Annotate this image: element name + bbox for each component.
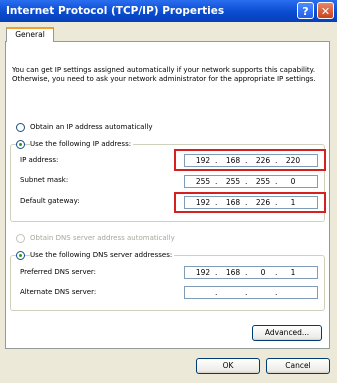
close-icon: ✕ <box>320 5 331 18</box>
ok-button[interactable]: OK <box>196 358 260 374</box>
obtain-dns-auto-label: Obtain DNS server address automatically <box>30 234 175 242</box>
window-title: Internet Protocol (TCP/IP) Properties <box>6 5 225 17</box>
use-following-ip-label: Use the following IP address: <box>30 140 134 148</box>
mask-octet-1: 255 <box>195 177 211 186</box>
pdns-octet-3: 0 <box>260 268 266 277</box>
tab-general[interactable]: General <box>6 27 54 42</box>
obtain-ip-auto-radio[interactable] <box>16 123 25 132</box>
subnet-mask-label: Subnet mask: <box>20 176 69 184</box>
ip-address-highlight <box>174 149 326 171</box>
close-button[interactable]: ✕ <box>317 2 334 19</box>
default-gateway-label: Default gateway: <box>20 197 80 205</box>
alternate-dns-field[interactable]: . . . <box>184 286 318 299</box>
use-following-dns-radio[interactable] <box>16 251 25 260</box>
general-panel: You can get IP settings assigned automat… <box>5 41 330 349</box>
help-button[interactable]: ? <box>297 2 314 19</box>
title-bar: Internet Protocol (TCP/IP) Properties ? … <box>0 0 337 22</box>
dns-address-group <box>10 255 325 311</box>
pdns-octet-4: 1 <box>290 268 296 277</box>
preferred-dns-label: Preferred DNS server: <box>20 268 97 276</box>
subnet-mask-field[interactable]: 255. 255. 255. 0 <box>184 175 318 188</box>
alternate-dns-label: Alternate DNS server: <box>20 288 97 296</box>
pdns-octet-2: 168 <box>225 268 241 277</box>
default-gateway-highlight <box>174 192 326 213</box>
mask-octet-4: 0 <box>290 177 296 186</box>
pdns-octet-1: 192 <box>195 268 211 277</box>
preferred-dns-field[interactable]: 192. 168. 0. 1 <box>184 266 318 279</box>
ip-address-label: IP address: <box>20 156 59 164</box>
mask-octet-2: 255 <box>225 177 241 186</box>
advanced-button[interactable]: Advanced... <box>252 325 322 341</box>
tcpip-properties-dialog: Internet Protocol (TCP/IP) Properties ? … <box>0 0 337 383</box>
use-following-ip-radio[interactable] <box>16 140 25 149</box>
obtain-ip-auto-label: Obtain an IP address automatically <box>30 123 153 131</box>
mask-octet-3: 255 <box>255 177 271 186</box>
cancel-button[interactable]: Cancel <box>266 358 330 374</box>
help-icon: ? <box>302 5 309 18</box>
use-following-dns-label: Use the following DNS server addresses: <box>30 251 175 259</box>
obtain-dns-auto-radio[interactable] <box>16 234 25 243</box>
description-text: You can get IP settings assigned automat… <box>12 66 316 83</box>
